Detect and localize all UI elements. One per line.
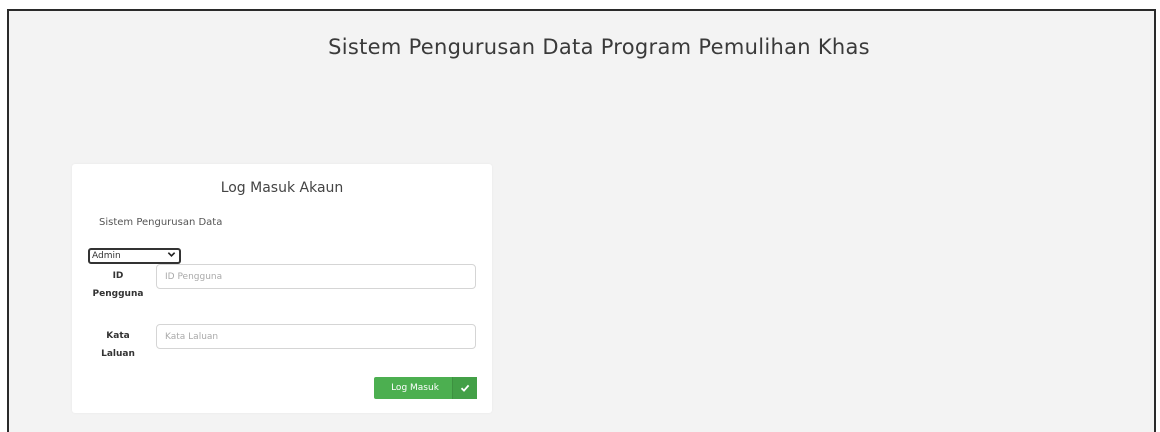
chevron-down-icon <box>167 250 176 263</box>
user-id-label: ID Pengguna <box>86 267 150 303</box>
user-id-label-line2: Pengguna <box>92 289 144 299</box>
login-button-label: Log Masuk <box>391 383 439 393</box>
page-frame: Sistem Pengurusan Data Program Pemulihan… <box>7 9 1156 432</box>
login-title: Log Masuk Akaun <box>220 180 344 196</box>
check-icon <box>452 377 477 399</box>
user-id-input[interactable] <box>156 264 476 289</box>
login-button[interactable]: Log Masuk <box>374 377 477 399</box>
role-select-value: Admin <box>92 251 121 261</box>
role-select[interactable]: Admin <box>88 248 181 264</box>
password-input[interactable] <box>156 324 476 349</box>
password-label-line1: Kata <box>106 331 130 341</box>
login-subtitle: Sistem Pengurusan Data <box>99 217 223 228</box>
password-label: Kata Laluan <box>86 327 150 363</box>
page-title: Sistem Pengurusan Data Program Pemulihan… <box>328 35 870 59</box>
user-id-label-line1: ID <box>112 271 124 281</box>
login-card: Log Masuk Akaun Sistem Pengurusan Data A… <box>72 164 492 413</box>
password-label-line2: Laluan <box>101 349 135 359</box>
